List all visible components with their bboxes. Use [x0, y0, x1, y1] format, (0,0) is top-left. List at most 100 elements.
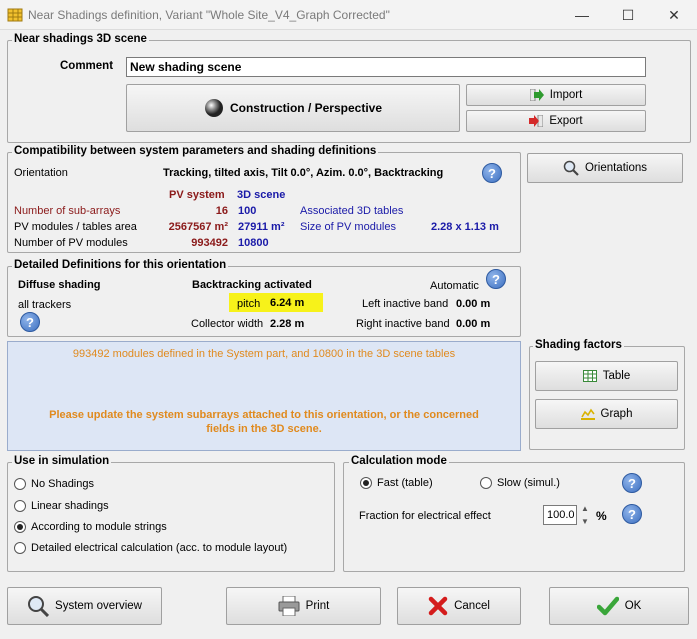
left-band-label: Left inactive band — [362, 298, 449, 310]
sphere-icon — [204, 99, 223, 117]
diffuse-value: all trackers — [18, 299, 72, 311]
radio-label: Fast (table) — [377, 477, 433, 489]
row-label-area: PV modules / tables area — [14, 221, 137, 233]
import-button[interactable]: Import — [466, 84, 646, 106]
print-button[interactable]: Print — [226, 587, 381, 625]
radio-circle-selected — [360, 477, 372, 489]
print-label: Print — [305, 600, 330, 612]
cancel-label: Cancel — [454, 600, 490, 612]
scene-group-label: Near shadings 3D scene — [12, 33, 149, 45]
row-pv-area: 2567567 m² — [168, 221, 228, 233]
system-overview-button[interactable]: System overview — [7, 587, 162, 625]
green-check-icon — [596, 596, 619, 616]
construction-perspective-button[interactable]: Construction / Perspective — [126, 84, 460, 132]
help-icon-diffuse[interactable]: ? — [20, 312, 40, 332]
printer-icon — [278, 596, 300, 616]
spinner-up-icon[interactable]: ▲ — [581, 504, 589, 513]
radio-slow[interactable]: Slow (simul.) — [480, 477, 560, 489]
graph-label: Graph — [600, 408, 633, 420]
comment-label: Comment — [60, 60, 114, 72]
fraction-label: Fraction for electrical effect — [359, 510, 491, 522]
radio-module-strings[interactable]: According to module strings — [14, 521, 167, 533]
table-label: Table — [602, 370, 631, 382]
radio-label: Slow (simul.) — [497, 477, 560, 489]
row-label-modules: Number of PV modules — [14, 237, 128, 249]
maximize-button[interactable]: ☐ — [605, 0, 651, 30]
pitch-label: pitch — [237, 298, 261, 310]
maximize-icon: ☐ — [621, 6, 635, 23]
help-icon-calc-mode[interactable]: ? — [622, 473, 642, 493]
graph-icon — [580, 408, 595, 420]
row-pv-modules: 993492 — [191, 237, 228, 249]
radio-no-shadings[interactable]: No Shadings — [14, 478, 94, 490]
collector-value: 2.28 m — [270, 318, 305, 330]
export-button[interactable]: Export — [466, 110, 646, 132]
fraction-spinner[interactable]: ▲ ▼ — [580, 504, 590, 526]
scene-header: 3D scene — [237, 189, 286, 201]
radio-detailed-electrical[interactable]: Detailed electrical calculation (acc. to… — [14, 542, 287, 554]
size-modules-label: Size of PV modules — [300, 221, 396, 233]
magnifier-icon — [563, 160, 579, 176]
comment-input[interactable]: New shading scene — [126, 57, 646, 77]
detailed-group-label: Detailed Definitions for this orientatio… — [12, 259, 229, 271]
calculation-mode-label: Calculation mode — [349, 455, 449, 467]
info-line-2: Please update the system subarrays attac… — [49, 409, 479, 421]
info-panel: 993492 modules defined in the System par… — [7, 341, 521, 451]
shading-factors-label: Shading factors — [533, 339, 624, 351]
close-icon: ✕ — [668, 6, 680, 23]
ok-button[interactable]: OK — [549, 587, 689, 625]
info-line-1: 993492 modules defined in the System par… — [72, 348, 456, 360]
cancel-button[interactable]: Cancel — [397, 587, 521, 625]
orientations-label: Orientations — [584, 162, 647, 174]
help-icon-orientation[interactable]: ? — [482, 163, 502, 183]
radio-circle — [14, 500, 26, 512]
radio-linear-shadings[interactable]: Linear shadings — [14, 500, 109, 512]
arrow-right-red-icon — [529, 115, 544, 127]
radio-circle-selected — [14, 521, 26, 533]
minimize-button[interactable]: — — [559, 0, 605, 30]
red-x-icon — [428, 596, 448, 616]
import-label: Import — [549, 89, 583, 101]
radio-circle — [14, 478, 26, 490]
title-bar: Near Shadings definition, Variant "Whole… — [0, 0, 697, 30]
row-scene-modules: 10800 — [238, 237, 269, 249]
orientation-label: Orientation — [14, 167, 68, 179]
system-overview-label: System overview — [55, 600, 142, 612]
orientations-button[interactable]: Orientations — [527, 153, 683, 183]
radio-label: Linear shadings — [31, 500, 109, 512]
radio-circle — [480, 477, 492, 489]
radio-label: Detailed electrical calculation (acc. to… — [31, 542, 288, 554]
spinner-down-icon[interactable]: ▼ — [581, 517, 589, 526]
construction-label: Construction / Perspective — [229, 101, 383, 115]
collector-label: Collector width — [191, 318, 264, 330]
window-title: Near Shadings definition, Variant "Whole… — [28, 8, 390, 22]
right-band-label: Right inactive band — [356, 318, 450, 330]
graph-button[interactable]: Graph — [535, 399, 678, 429]
row-label-subarrays: Number of sub-arrays — [14, 205, 121, 217]
export-label: Export — [549, 115, 583, 127]
orientation-value: Tracking, tilted axis, Tilt 0.0°, Azim. … — [163, 167, 444, 179]
info-line-3: fields in the 3D scene. — [206, 423, 322, 435]
fraction-input[interactable]: 100.0 — [543, 505, 577, 525]
row-scene-subarrays: 100 — [238, 205, 257, 217]
arrow-right-green-icon — [529, 89, 544, 101]
table-icon — [582, 370, 597, 382]
help-icon-detailed[interactable]: ? — [486, 269, 506, 289]
radio-label: No Shadings — [31, 478, 94, 490]
row-pv-subarrays: 16 — [215, 205, 228, 217]
backtracking-label: Backtracking activated — [192, 279, 312, 291]
minimize-icon: — — [575, 7, 589, 23]
table-button[interactable]: Table — [535, 361, 678, 391]
ok-label: OK — [624, 600, 642, 612]
pv-system-header: PV system — [169, 189, 225, 201]
fraction-unit: % — [596, 509, 607, 523]
right-band-value: 0.00 m — [456, 318, 491, 330]
left-band-value: 0.00 m — [456, 298, 491, 310]
close-button[interactable]: ✕ — [651, 0, 697, 30]
radio-fast[interactable]: Fast (table) — [360, 477, 433, 489]
magnifier-icon — [28, 596, 50, 617]
help-icon-fraction[interactable]: ? — [622, 504, 642, 524]
associated-tables-label: Associated 3D tables — [300, 205, 404, 217]
diffuse-label: Diffuse shading — [18, 279, 101, 291]
size-modules-value: 2.28 x 1.13 m — [431, 221, 499, 233]
